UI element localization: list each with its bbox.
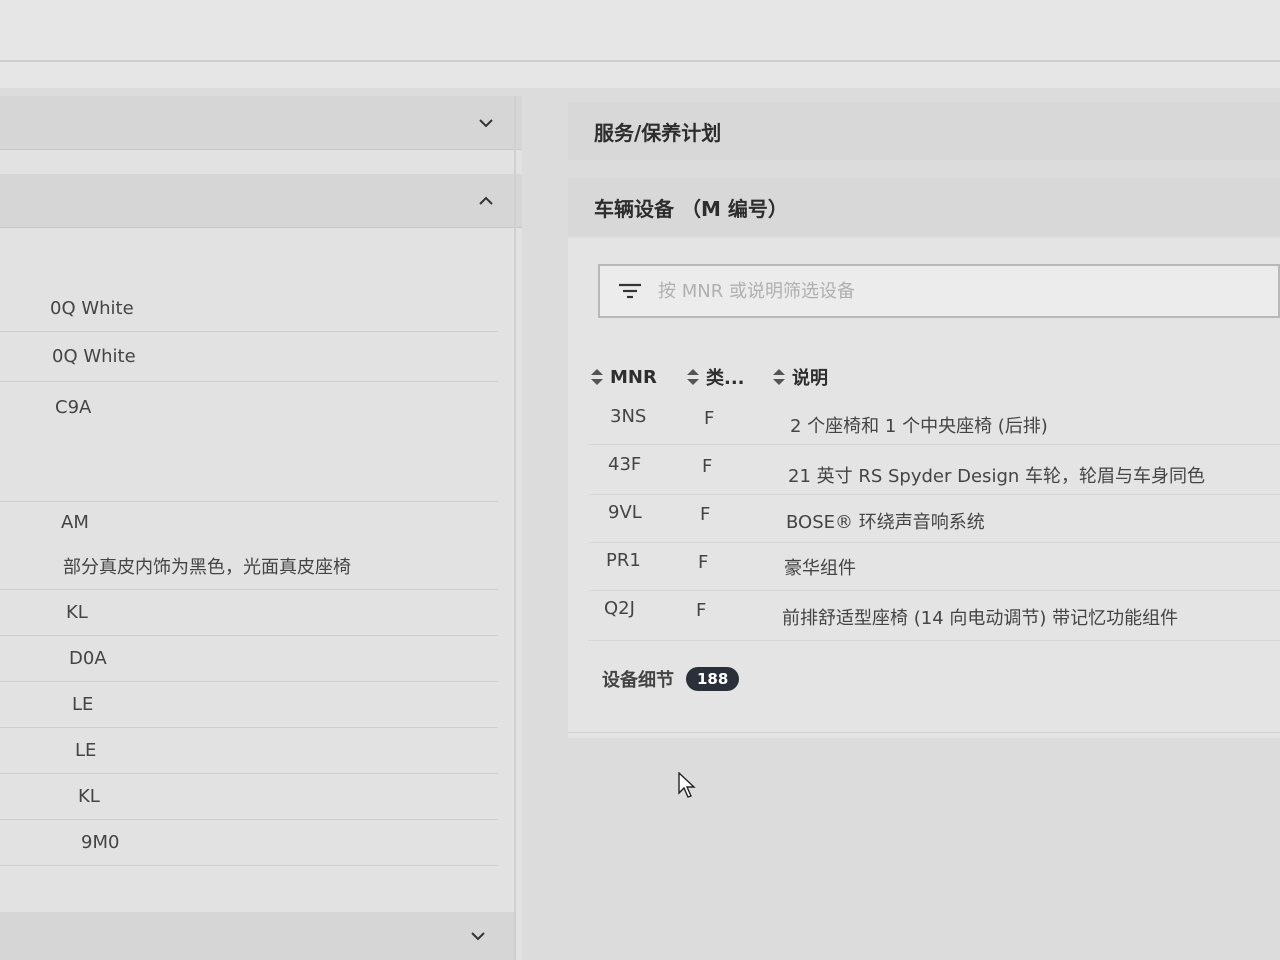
list-item: KL: [0, 590, 498, 636]
list-item: 0Q White: [0, 332, 498, 382]
list-item: 0Q White: [0, 286, 498, 332]
list-item: 部分真皮内饰为黑色，光面真皮座椅: [0, 542, 498, 590]
row-divider: [588, 542, 1280, 543]
column-header-type[interactable]: 类...: [686, 362, 745, 392]
cell-mnr: Q2J: [604, 598, 635, 619]
top-divider: [0, 60, 1280, 62]
list-item-text: LE: [75, 740, 97, 761]
row-divider: [588, 640, 1280, 641]
column-header-description[interactable]: 说明: [772, 362, 828, 392]
equipment-title: 车辆设备 （M 编号）: [594, 196, 788, 221]
right-column: 服务/保养计划 车辆设备 （M 编号） MNR 类... 说明 3NS F 2 …: [568, 96, 1280, 960]
cell-description: 2 个座椅和 1 个中央座椅 (后排): [790, 416, 1048, 437]
list-item: LE: [0, 728, 498, 774]
equipment-details-label: 设备细节: [602, 670, 674, 691]
list-item-text: KL: [66, 602, 88, 623]
list-item: LE: [0, 682, 498, 728]
mouse-pointer-icon: [678, 772, 696, 798]
column-divider: [514, 96, 516, 960]
list-item-text: 部分真皮内饰为黑色，光面真皮座椅: [63, 556, 351, 578]
list-item: C9A: [0, 382, 498, 432]
equipment-count-badge: 188: [686, 667, 740, 691]
list-item-text: LE: [72, 694, 94, 715]
sort-icon: [687, 369, 699, 385]
column-header-type-label: 类...: [706, 368, 745, 389]
cell-mnr: 3NS: [610, 406, 647, 427]
list-item-text: 0Q White: [50, 298, 134, 319]
sort-icon: [773, 369, 785, 385]
left-column: 0Q White 0Q White C9A AM 部分真皮内饰为黑色，光面真皮座…: [0, 96, 522, 960]
top-bar: [0, 0, 1280, 88]
left-accordion-header-2[interactable]: [0, 174, 522, 228]
cell-type: F: [698, 552, 709, 573]
filter-input[interactable]: [656, 279, 1278, 303]
cell-mnr: PR1: [606, 550, 641, 571]
left-accordion-header-3[interactable]: [0, 912, 514, 960]
list-item: [0, 432, 498, 502]
cell-description: 前排舒适型座椅 (14 向电动调节) 带记忆功能组件: [782, 608, 1179, 629]
column-header-mnr[interactable]: MNR: [590, 362, 657, 392]
list-item: 9M0: [0, 820, 498, 866]
chevron-up-icon[interactable]: [476, 191, 496, 211]
cell-description: 豪华组件: [784, 558, 856, 579]
list-item-text: C9A: [55, 396, 92, 418]
filter-icon: [619, 283, 641, 299]
equipment-details[interactable]: 设备细节 188: [602, 666, 740, 692]
left-accordion-header-1[interactable]: [0, 96, 522, 150]
list-item-text: 0Q White: [52, 346, 136, 367]
cell-description: BOSE® 环绕声音响系统: [786, 512, 985, 533]
row-divider: [588, 494, 1280, 495]
list-item-text: D0A: [69, 648, 107, 669]
list-item: AM: [0, 502, 498, 542]
column-header-mnr-label: MNR: [610, 366, 657, 388]
chevron-down-icon[interactable]: [468, 926, 488, 946]
service-plan-header[interactable]: 服务/保养计划: [568, 102, 1280, 160]
list-item: D0A: [0, 636, 498, 682]
equipment-header[interactable]: 车辆设备 （M 编号）: [568, 178, 1280, 236]
cell-type: F: [696, 600, 707, 621]
cell-mnr: 9VL: [608, 502, 642, 523]
service-plan-title: 服务/保养计划: [594, 120, 722, 145]
cell-description: 21 英寸 RS Spyder Design 车轮，轮眉与车身同色: [788, 466, 1205, 487]
list-item: KL: [0, 774, 498, 820]
chevron-down-icon[interactable]: [476, 113, 496, 133]
cell-mnr: 43F: [608, 454, 642, 475]
list-item-text: KL: [78, 786, 100, 807]
row-divider: [588, 444, 1280, 445]
panel-bottom-divider: [568, 732, 1280, 733]
column-header-description-label: 说明: [792, 368, 828, 389]
sort-icon: [591, 369, 603, 385]
list-item-text: 9M0: [81, 832, 120, 853]
list-item-text: AM: [61, 511, 89, 533]
equipment-filter[interactable]: [598, 264, 1280, 318]
cell-type: F: [704, 408, 715, 429]
cell-type: F: [702, 456, 713, 477]
cell-type: F: [700, 504, 711, 525]
row-divider: [588, 590, 1280, 591]
